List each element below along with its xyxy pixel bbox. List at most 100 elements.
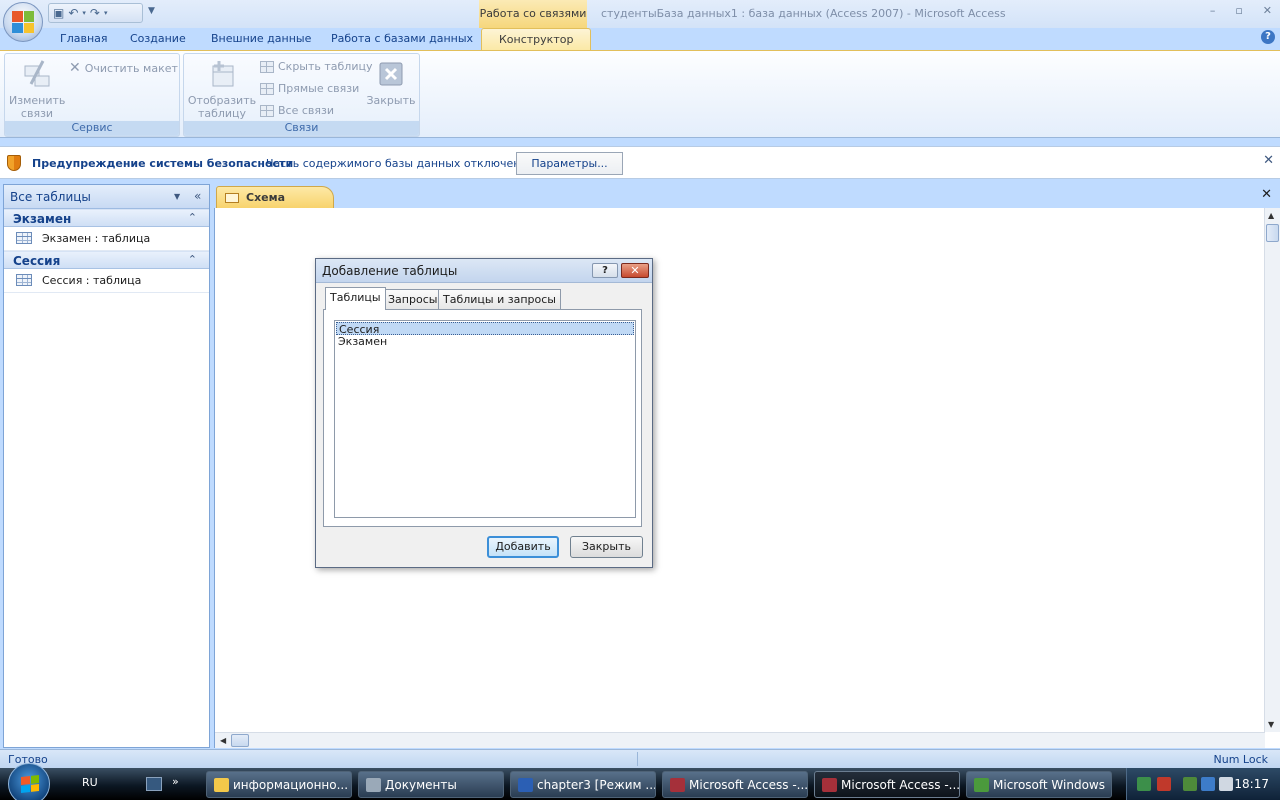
taskbar-button[interactable]: Документы [358,771,504,798]
show-desktop-icon[interactable] [146,777,162,791]
nav-group-label: Сессия [13,254,61,268]
redo-dropdown-icon[interactable]: ▾ [104,9,108,17]
close-icon[interactable]: ✕ [1263,153,1274,168]
tab-create[interactable]: Создание [130,32,186,45]
tab-queries[interactable]: Запросы [383,289,443,309]
scroll-up-icon[interactable]: ▲ [1268,211,1274,220]
dialog-title-bar[interactable]: Добавление таблицы ? ✕ [316,259,652,283]
all-relations-button[interactable]: Все связи [260,104,334,117]
hide-table-icon [260,60,274,73]
collapse-pane-icon[interactable]: « [194,189,201,203]
tab-database-tools[interactable]: Работа с базами данных [331,32,473,45]
close-icon[interactable]: ✕ [1263,4,1272,17]
folder-icon [214,778,229,792]
start-button[interactable] [8,763,50,800]
redo-icon[interactable]: ↷ [90,7,100,19]
edit-relations-label: Изменить связи [9,94,66,120]
context-tab-header: Работа со связями [479,0,587,28]
scroll-down-icon[interactable]: ▼ [1268,720,1274,729]
taskbar-button[interactable]: chapter3 [Режим ... [510,771,656,798]
group-service-label: Сервис [5,121,179,135]
help-icon[interactable]: ? [1261,30,1275,44]
nav-item-session-table[interactable]: Сессия : таблица [4,269,209,293]
office-button[interactable] [3,2,43,42]
tab-home[interactable]: Главная [60,32,108,45]
taskbar-button[interactable]: Microsoft Access -... [662,771,808,798]
save-icon[interactable]: ▣ [53,7,64,19]
close-icon[interactable]: ✕ [1261,187,1272,202]
nav-group-exam[interactable]: Экзамен ⌃ [4,209,209,227]
show-table-icon [206,58,238,90]
close-relations-label: Закрыть [366,94,416,107]
show-table-button[interactable]: Отобразить таблицу [187,58,257,120]
list-item[interactable]: Экзамен [336,335,634,348]
status-bar: Готово Num Lock [0,749,1280,768]
security-title: Предупреждение системы безопасности [32,157,294,170]
all-relations-label: Все связи [278,104,335,117]
taskbar-button-label: Microsoft Windows [993,778,1105,792]
hide-table-label: Скрыть таблицу [278,60,373,73]
group-service: Изменить связи ✕ Очистить макет Сервис [4,53,180,137]
dialog-tab-panel: Сессия Экзамен [323,309,642,527]
tab-tables[interactable]: Таблицы [325,287,386,310]
close-relations-icon [375,58,407,90]
minimize-icon[interactable]: – [1210,4,1216,17]
direct-relations-button[interactable]: Прямые связи [260,82,359,95]
antivirus-icon[interactable] [1157,777,1171,791]
tab-relationships[interactable]: Схема данных [216,186,334,217]
help-icon[interactable]: ? [592,263,618,278]
edit-relations-icon [21,58,53,90]
connection-icon[interactable] [1201,777,1215,791]
tab-external-data[interactable]: Внешние данные [211,32,311,45]
maximize-icon[interactable]: ▫ [1235,4,1242,17]
access-icon [822,778,837,792]
nav-header[interactable]: Все таблицы ▼ « [4,185,209,209]
clear-layout-icon: ✕ [69,60,81,76]
customize-qat-icon[interactable]: ▼ [148,6,155,16]
tab-design[interactable]: Конструктор [481,28,592,50]
shield-icon [7,155,21,171]
collapse-group-icon[interactable]: ⌃ [188,211,197,224]
nav-item-label: Сессия : таблица [42,274,142,287]
taskbar-button-label: информационно... [233,778,349,792]
horizontal-scrollbar[interactable]: ◀ [215,732,1265,748]
tab-tables-and-queries[interactable]: Таблицы и запросы [438,289,561,309]
taskbar-button[interactable]: информационно... [206,771,352,798]
clear-layout-button[interactable]: ✕ Очистить макет [69,60,178,76]
undo-dropdown-icon[interactable]: ▾ [82,9,86,17]
chevron-down-icon[interactable]: ▼ [174,192,180,201]
close-relations-button[interactable]: Закрыть [366,58,416,107]
list-item[interactable]: Сессия [336,322,634,336]
taskbar-button[interactable]: Microsoft Windows [966,771,1112,798]
title-bar: ▣ ↶ ▾ ↷ ▾ ▼ Работа со связями студентыБа… [0,0,1280,42]
undo-icon[interactable]: ↶ [68,7,78,19]
direct-relations-icon [260,82,274,95]
access-icon [670,778,685,792]
scroll-thumb[interactable] [1266,224,1279,242]
office-logo-icon [12,11,34,33]
language-indicator[interactable]: RU [82,776,98,789]
clock[interactable]: 18:17 [1234,777,1269,791]
collapse-group-icon[interactable]: ⌃ [188,253,197,266]
quick-launch-more-icon[interactable]: » [172,775,179,788]
vertical-scrollbar[interactable]: ▲ ▼ [1264,208,1280,732]
num-lock-indicator: Num Lock [1213,753,1269,766]
volume-icon[interactable] [1219,777,1233,791]
network-icon[interactable] [1137,777,1151,791]
taskbar-button[interactable]: Microsoft Access -... [814,771,960,798]
nav-group-session[interactable]: Сессия ⌃ [4,251,209,269]
quick-access-toolbar: ▣ ↶ ▾ ↷ ▾ [48,3,143,23]
security-options-button[interactable]: Параметры... [516,152,623,175]
close-button[interactable]: Закрыть [570,536,643,558]
nav-item-exam-table[interactable]: Экзамен : таблица [4,227,209,251]
scroll-left-icon[interactable]: ◀ [220,736,226,745]
table-list[interactable]: Сессия Экзамен [334,320,636,518]
tray-app-icon[interactable] [1183,777,1197,791]
close-icon[interactable]: ✕ [621,263,649,278]
add-button[interactable]: Добавить [487,536,559,558]
nav-group-label: Экзамен [13,212,72,226]
ribbon: Изменить связи ✕ Очистить макет Сервис О… [0,50,1280,138]
scroll-thumb[interactable] [231,734,249,747]
edit-relations-button[interactable]: Изменить связи [9,58,65,120]
hide-table-button[interactable]: Скрыть таблицу [260,60,373,73]
